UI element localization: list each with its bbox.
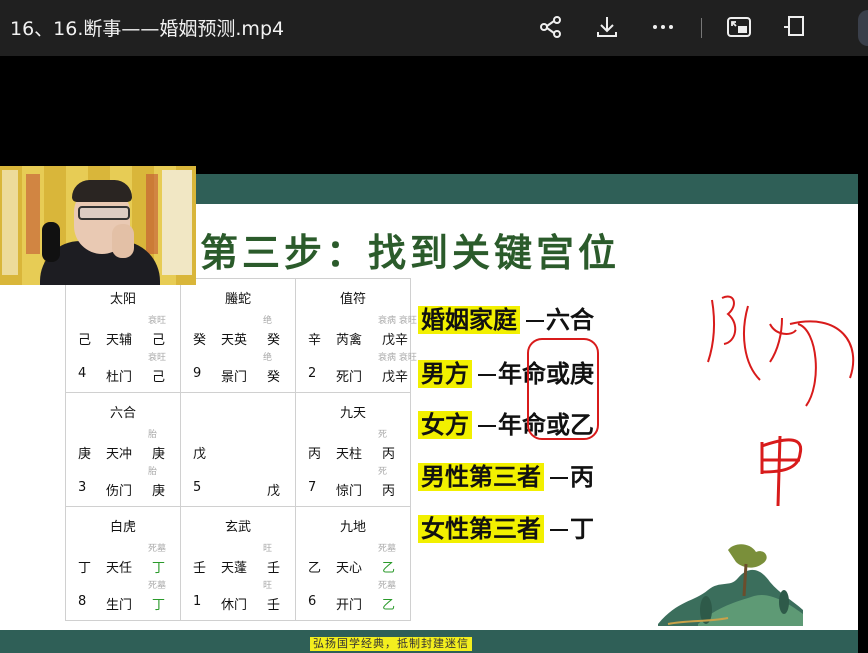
toolbar-divider <box>701 18 702 38</box>
more-icon[interactable] <box>648 12 678 42</box>
share-icon[interactable] <box>536 12 566 42</box>
red-banner <box>26 174 40 254</box>
microphone <box>42 222 60 262</box>
presenter-webcam <box>0 166 196 285</box>
player-title-bar: 16、16.断事——婚姻预测.mp4 <box>0 0 868 56</box>
presenter-hair <box>72 180 132 202</box>
picture-in-picture-icon[interactable] <box>724 12 754 42</box>
red-banner <box>146 174 158 254</box>
slide-footer-text: 弘扬国学经典，抵制封建迷信 <box>310 637 472 651</box>
presenter-glasses <box>78 206 130 220</box>
download-icon[interactable] <box>592 12 622 42</box>
calligraphy-scroll <box>2 170 18 275</box>
presenter-hand <box>112 224 134 258</box>
account-avatar[interactable] <box>858 10 868 46</box>
video-title: 16、16.断事——婚姻预测.mp4 <box>10 18 285 40</box>
calligraphy-scroll <box>162 170 192 275</box>
fullscreen-icon[interactable] <box>780 12 810 42</box>
mountain-illustration <box>658 544 803 626</box>
